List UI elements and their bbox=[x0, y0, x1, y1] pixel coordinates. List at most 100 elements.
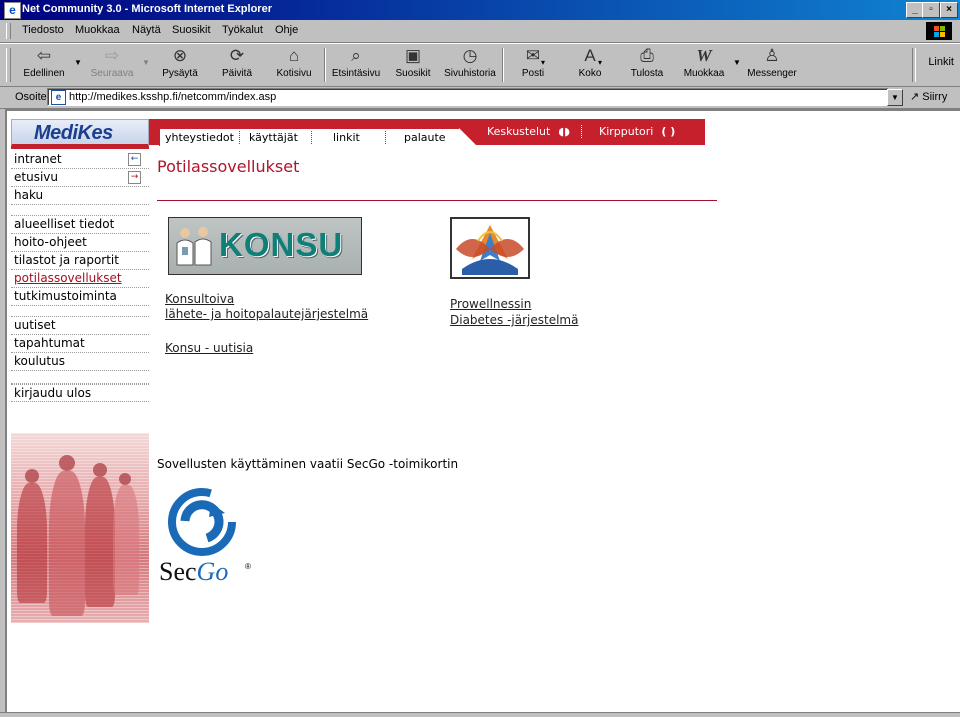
sidebar-item-tilastot[interactable]: tilastot ja raportit bbox=[11, 252, 149, 270]
toolbar: ⇦ Edellinen ▼ ⇨ Seuraava ▼ ⊗ Pysäytä ⟳ Päivi… bbox=[0, 43, 960, 87]
print-button[interactable]: ⎙ Tulosta bbox=[619, 46, 675, 79]
konsu-news-link[interactable]: Konsu - uutisia bbox=[165, 341, 253, 355]
arrow-left-icon: ← bbox=[128, 153, 141, 166]
tab-linkit[interactable]: linkit bbox=[333, 131, 360, 144]
page-icon: e bbox=[51, 90, 66, 105]
sidebar-spacer bbox=[11, 371, 149, 384]
menu-view[interactable]: Näytä bbox=[132, 24, 161, 36]
tab-separator bbox=[311, 131, 312, 144]
sidebar-photo bbox=[11, 433, 149, 623]
home-icon: ⌂ bbox=[288, 46, 300, 65]
close-button[interactable]: × bbox=[940, 2, 958, 18]
konsu-link-line1[interactable]: Konsultoiva bbox=[165, 292, 234, 306]
back-button[interactable]: ⇦ Edellinen bbox=[16, 46, 72, 79]
sidebar-spacer bbox=[11, 205, 149, 216]
back-arrow-icon: ⇦ bbox=[36, 46, 52, 65]
sidebar-item-tutkimustoiminta[interactable]: tutkimustoiminta bbox=[11, 288, 149, 306]
tab-separator bbox=[385, 131, 386, 144]
search-button[interactable]: ⌕ Etsintäsivu bbox=[328, 46, 384, 79]
secgo-logo: SecGo ® bbox=[157, 487, 257, 597]
windows-logo-icon bbox=[926, 22, 952, 40]
history-button[interactable]: ◷ Sivuhistoria bbox=[442, 46, 498, 79]
edit-button[interactable]: W Muokkaa bbox=[676, 46, 732, 79]
messenger-button[interactable]: ♙ Messenger bbox=[744, 46, 800, 79]
go-arrow-icon: ↗ bbox=[910, 91, 920, 103]
tab-kirpputori[interactable]: Kirpputori( ) bbox=[599, 125, 675, 138]
konsu-banner[interactable]: KONSU bbox=[168, 217, 362, 275]
sidebar-item-hoito-ohjeet[interactable]: hoito-ohjeet bbox=[11, 234, 149, 252]
menu-grip bbox=[6, 23, 11, 39]
tab-yhteystiedot[interactable]: yhteystiedot bbox=[165, 131, 234, 144]
menu-help[interactable]: Ohje bbox=[275, 24, 298, 36]
search-icon: ⌕ bbox=[351, 46, 361, 65]
menu-tools[interactable]: Työkalut bbox=[222, 24, 263, 36]
go-button[interactable]: ↗ Siirry bbox=[910, 90, 947, 103]
tabs-white-corner bbox=[459, 128, 477, 146]
page-viewport[interactable]: MediKes yhteystiedot käyttäjät linkit pa… bbox=[5, 109, 960, 713]
address-label: Osoite bbox=[15, 91, 47, 103]
sidebar-item-haku[interactable]: haku bbox=[11, 187, 149, 205]
prowellness-link-line2[interactable]: Diabetes -järjestelmä bbox=[450, 313, 578, 327]
sidebar-item-intranet[interactable]: intranet ← bbox=[11, 151, 149, 169]
links-bar[interactable]: Linkit bbox=[928, 56, 954, 68]
address-input[interactable]: e http://medikes.ksshp.fi/netcomm/index.… bbox=[47, 88, 889, 106]
toolbar-separator bbox=[502, 48, 504, 82]
toolbar-grip bbox=[6, 48, 11, 82]
tab-palaute[interactable]: palaute bbox=[404, 131, 446, 144]
top-navigation: yhteystiedot käyttäjät linkit palaute Ke… bbox=[149, 119, 705, 146]
konsu-link-line2[interactable]: lähete- ja hoitopalautejärjestelmä bbox=[165, 307, 368, 321]
edit-dropdown[interactable]: ▼ bbox=[733, 58, 741, 67]
tab-keskustelut[interactable]: Keskustelut ◖◗ bbox=[487, 125, 570, 138]
word-icon: W bbox=[696, 46, 712, 65]
sidebar-item-alueelliset-tiedot[interactable]: alueelliset tiedot bbox=[11, 216, 149, 234]
prowellness-lotus-icon bbox=[452, 219, 528, 277]
page-title: Potilassovellukset bbox=[157, 157, 300, 176]
refresh-icon: ⟳ bbox=[229, 46, 245, 65]
address-dropdown-button[interactable]: ▼ bbox=[887, 89, 903, 106]
prowellness-logo[interactable] bbox=[450, 217, 530, 279]
sidebar-top-rule bbox=[11, 147, 149, 149]
favorites-button[interactable]: ▣ Suosikit bbox=[385, 46, 441, 79]
sidebar-item-potilassovellukset[interactable]: potilassovellukset bbox=[11, 270, 149, 288]
title-divider bbox=[157, 200, 717, 201]
window-title-bar[interactable]: e Net Community 3.0 - Microsoft Internet… bbox=[0, 0, 960, 20]
history-icon: ◷ bbox=[462, 46, 478, 65]
tab-separator bbox=[239, 131, 240, 144]
address-url: http://medikes.ksshp.fi/netcomm/index.as… bbox=[69, 91, 277, 103]
forward-button[interactable]: ⇨ Seuraava bbox=[84, 46, 140, 79]
print-icon: ⎙ bbox=[640, 46, 654, 65]
menu-file[interactable]: Tiedosto bbox=[22, 24, 64, 36]
sidebar-item-uutiset[interactable]: uutiset bbox=[11, 317, 149, 335]
secgo-swirl-icon bbox=[168, 488, 236, 556]
links-separator bbox=[912, 48, 916, 82]
stop-icon: ⊗ bbox=[172, 46, 188, 65]
site-logo[interactable]: MediKes bbox=[11, 119, 149, 147]
mail-dropdown[interactable]: ▾ bbox=[541, 58, 545, 67]
maximize-button[interactable]: ▫ bbox=[922, 2, 940, 18]
menu-bar: Tiedosto Muokkaa Näytä Suosikit Työkalut… bbox=[0, 20, 960, 43]
lips-icon: ◖◗ bbox=[558, 125, 570, 138]
stop-button[interactable]: ⊗ Pysäytä bbox=[152, 46, 208, 79]
tab-separator bbox=[581, 125, 582, 138]
sidebar: intranet ← etusivu → haku alueelliset tied… bbox=[11, 151, 149, 402]
secgo-wordmark: SecGo bbox=[159, 557, 229, 586]
size-dropdown[interactable]: ▾ bbox=[598, 58, 602, 67]
menu-edit[interactable]: Muokkaa bbox=[75, 24, 120, 36]
sidebar-item-logout[interactable]: kirjaudu ulos bbox=[11, 384, 149, 402]
sidebar-item-tapahtumat[interactable]: tapahtumat bbox=[11, 335, 149, 353]
messenger-person-icon: ♙ bbox=[764, 46, 780, 65]
prowellness-link-line1[interactable]: Prowellnessin bbox=[450, 297, 531, 311]
menu-favorites[interactable]: Suosikit bbox=[172, 24, 211, 36]
size-button[interactable]: A Koko bbox=[562, 46, 618, 79]
tab-kayttajat[interactable]: käyttäjät bbox=[249, 131, 298, 144]
forward-arrow-icon: ⇨ bbox=[104, 46, 120, 65]
home-button[interactable]: ⌂ Kotisivu bbox=[266, 46, 322, 79]
sidebar-item-koulutus[interactable]: koulutus bbox=[11, 353, 149, 371]
parentheses-icon: ( ) bbox=[661, 125, 676, 138]
sidebar-item-etusivu[interactable]: etusivu → bbox=[11, 169, 149, 187]
mail-button[interactable]: ✉ Posti bbox=[505, 46, 561, 79]
favorites-folder-icon: ▣ bbox=[404, 46, 422, 65]
forward-dropdown[interactable]: ▼ bbox=[142, 58, 150, 67]
back-dropdown[interactable]: ▼ bbox=[74, 58, 82, 67]
refresh-button[interactable]: ⟳ Päivitä bbox=[209, 46, 265, 79]
